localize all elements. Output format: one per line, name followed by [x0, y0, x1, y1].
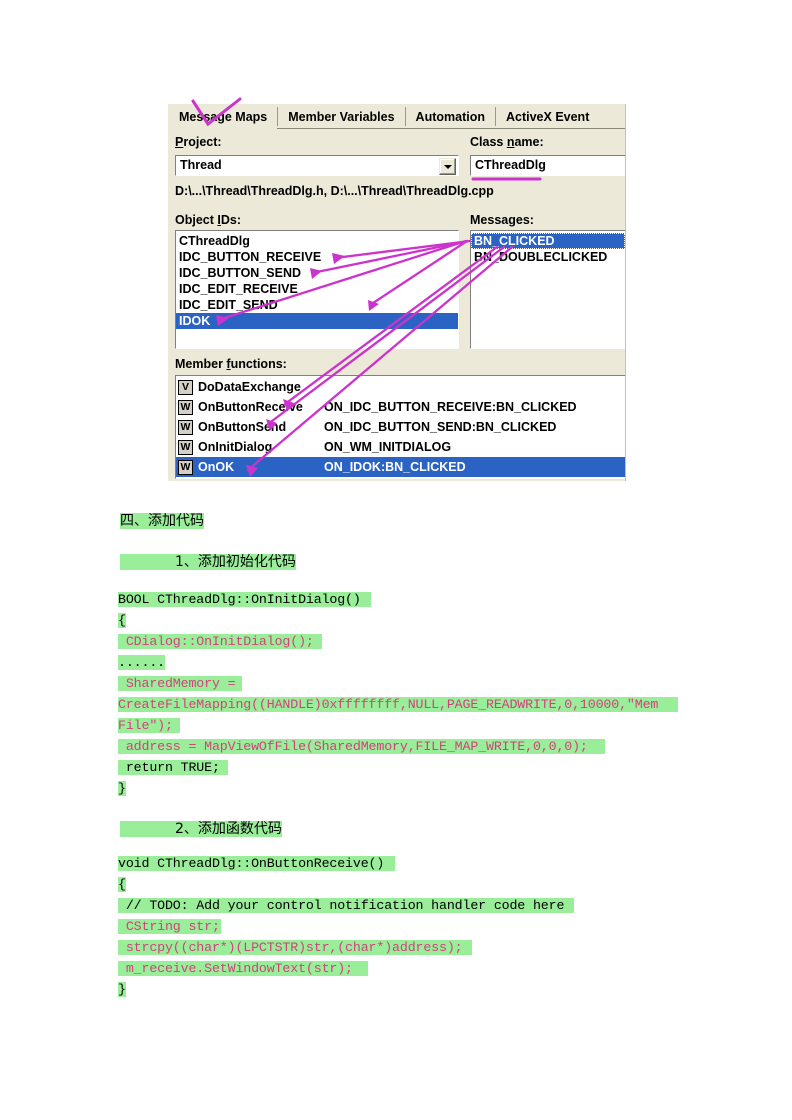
tab-member-variables[interactable]: Member Variables — [277, 104, 405, 129]
table-row[interactable]: W OnInitDialog ON_WM_INITDIALOG — [176, 437, 625, 457]
code-line-text: BOOL CThreadDlg::OnInitDialog() — [118, 592, 371, 607]
code-line: } — [118, 781, 126, 796]
tab-message-maps[interactable]: Message Maps — [168, 104, 278, 130]
page-heading-2-text: 1、添加初始化代码 — [120, 554, 296, 570]
list-item[interactable]: CThreadDlg — [176, 233, 458, 249]
member-functions-label: Member functions: — [175, 357, 287, 371]
code-line: return TRUE; — [118, 760, 228, 775]
code-line-text: { — [118, 877, 126, 892]
list-item-selected[interactable]: BN_CLICKED — [471, 233, 625, 249]
table-row[interactable]: W OnButtonSend ON_IDC_BUTTON_SEND:BN_CLI… — [176, 417, 625, 437]
dialog-tab-strip: Message Maps Member Variables Automation… — [168, 104, 625, 130]
code-line-text: strcpy((char*)(LPCTSTR)str,(char*)addres… — [118, 940, 472, 955]
member-function-name: OnOK — [198, 460, 235, 474]
code-line: strcpy((char*)(LPCTSTR)str,(char*)addres… — [118, 940, 472, 955]
code-line-text: File"); — [118, 718, 180, 733]
list-item[interactable]: IDC_EDIT_RECEIVE — [176, 281, 458, 297]
tab-message-maps-label: Message Maps — [179, 109, 268, 124]
page-heading-2: 1、添加初始化代码 — [120, 551, 296, 571]
classwizard-dialog-screenshot: Message Maps Member Variables Automation… — [168, 104, 626, 481]
code-line: SharedMemory = — [118, 676, 242, 691]
code-line: { — [118, 613, 126, 628]
tab-activex-event-label: ActiveX Event — [505, 109, 590, 124]
virtual-function-icon: V — [178, 379, 193, 395]
code-line: File"); — [118, 718, 180, 733]
page-heading-1: 四、添加代码 — [120, 510, 204, 530]
windows-message-icon: W — [178, 419, 193, 435]
code-line-text: CDialog::OnInitDialog(); — [118, 634, 322, 649]
table-row[interactable]: W OnButtonReceive ON_IDC_BUTTON_RECEIVE:… — [176, 397, 625, 417]
messages-label: Messages: — [470, 213, 534, 227]
member-function-name: DoDataExchange — [198, 380, 301, 394]
table-row[interactable]: V DoDataExchange — [176, 377, 625, 397]
object-ids-listbox[interactable]: CThreadDlg IDC_BUTTON_RECEIVE IDC_BUTTON… — [175, 230, 459, 349]
code-line-text: ...... — [118, 655, 165, 670]
page-heading-3-text: 2、添加函数代码 — [120, 821, 282, 837]
code-line-text: } — [118, 781, 126, 796]
member-function-message: ON_IDOK:BN_CLICKED — [324, 460, 466, 474]
list-item[interactable]: BN_DOUBLECLICKED — [471, 249, 625, 265]
source-file-path: D:\...\Thread\ThreadDlg.h, D:\...\Thread… — [175, 184, 494, 198]
page-heading-3: 2、添加函数代码 — [120, 818, 282, 838]
table-row-selected[interactable]: W OnOK ON_IDOK:BN_CLICKED — [176, 457, 625, 477]
class-name-value: CThreadDlg — [475, 158, 546, 172]
code-line-text: CString str; — [118, 919, 221, 934]
list-item-selected[interactable]: IDOK — [176, 313, 458, 329]
list-item[interactable]: IDC_BUTTON_RECEIVE — [176, 249, 458, 265]
code-line-text: void CThreadDlg::OnButtonReceive() — [118, 856, 395, 871]
tab-automation-label: Automation — [415, 109, 485, 124]
member-functions-listbox[interactable]: V DoDataExchange W OnButtonReceive ON_ID… — [175, 375, 625, 479]
code-line-text: } — [118, 982, 126, 997]
windows-message-icon: W — [178, 399, 193, 415]
code-line-text: // TODO: Add your control notification h… — [118, 898, 574, 913]
member-function-name: OnInitDialog — [198, 440, 273, 454]
member-function-message: ON_WM_INITDIALOG — [324, 440, 452, 454]
code-line-text: { — [118, 613, 126, 628]
code-line: CDialog::OnInitDialog(); — [118, 634, 322, 649]
windows-message-icon: W — [178, 439, 193, 455]
code-line: m_receive.SetWindowText(str); — [118, 961, 368, 976]
code-line: { — [118, 877, 126, 892]
project-combobox[interactable]: Thread — [175, 155, 459, 176]
project-combobox-value: Thread — [180, 158, 222, 172]
windows-message-icon: W — [178, 459, 193, 475]
member-function-message: ON_IDC_BUTTON_RECEIVE:BN_CLICKED — [324, 400, 577, 414]
tab-automation[interactable]: Automation — [404, 104, 495, 129]
code-line: CString str; — [118, 919, 221, 934]
code-line-text: address = MapViewOfFile(SharedMemory,FIL… — [118, 739, 605, 754]
code-line: // TODO: Add your control notification h… — [118, 898, 574, 913]
code-line: ...... — [118, 655, 165, 670]
member-function-message: ON_IDC_BUTTON_SEND:BN_CLICKED — [324, 420, 557, 434]
code-line-text: m_receive.SetWindowText(str); — [118, 961, 368, 976]
member-function-name: OnButtonSend — [198, 420, 287, 434]
code-line-text: SharedMemory = — [118, 676, 242, 691]
class-name-label: Class name: — [470, 135, 544, 149]
tab-member-variables-label: Member Variables — [288, 109, 395, 124]
code-line: BOOL CThreadDlg::OnInitDialog() — [118, 592, 371, 607]
messages-listbox[interactable]: BN_CLICKED BN_DOUBLECLICKED — [470, 230, 625, 349]
code-line: CreateFileMapping((HANDLE)0xffffffff,NUL… — [118, 697, 678, 712]
project-label: Project: — [175, 135, 222, 149]
tab-activex-event[interactable]: ActiveX Event — [494, 104, 600, 129]
chevron-down-icon[interactable] — [439, 158, 456, 175]
code-line: void CThreadDlg::OnButtonReceive() — [118, 856, 395, 871]
list-item[interactable]: IDC_BUTTON_SEND — [176, 265, 458, 281]
member-function-name: OnButtonReceive — [198, 400, 303, 414]
code-line-text: CreateFileMapping((HANDLE)0xffffffff,NUL… — [118, 697, 678, 712]
code-line-text: return TRUE; — [118, 760, 228, 775]
code-line: address = MapViewOfFile(SharedMemory,FIL… — [118, 739, 605, 754]
object-ids-label: Object IDs: — [175, 213, 242, 227]
page-heading-1-text: 四、添加代码 — [120, 513, 204, 529]
list-item[interactable]: IDC_EDIT_SEND — [176, 297, 458, 313]
code-line: } — [118, 982, 126, 997]
class-name-field[interactable]: CThreadDlg — [470, 155, 625, 176]
